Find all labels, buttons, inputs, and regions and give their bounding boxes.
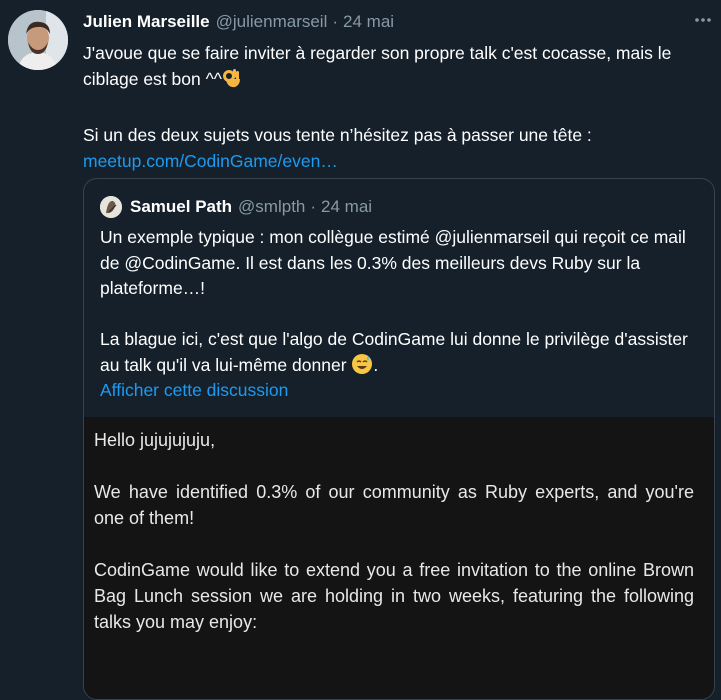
mail-paragraph-2: CodinGame would like to extend you a fre… <box>94 560 694 632</box>
quote-date: 24 mai <box>321 197 373 216</box>
tweet-header: Julien Marseille @julienmarseil · 24 mai <box>83 11 701 33</box>
quote-header-separator: · <box>310 197 317 216</box>
quoted-tweet[interactable]: Samuel Path @smlpth · 24 mai Un exemple … <box>83 178 715 700</box>
quote-author-avatar <box>100 196 122 218</box>
author-avatar[interactable] <box>8 10 68 70</box>
tweet-line-2: Si un des deux sujets vous tente n’hésit… <box>83 125 592 145</box>
header-separator: · <box>332 12 339 31</box>
tweet-link[interactable]: meetup.com/CodinGame/even… <box>83 151 338 171</box>
more-options-button[interactable] <box>691 10 715 30</box>
author-name[interactable]: Julien Marseille <box>83 12 210 32</box>
quote-header: Samuel Path @smlpth · 24 mai <box>100 196 372 218</box>
show-thread-link[interactable]: Afficher cette discussion <box>100 380 288 401</box>
more-dots-icon <box>695 18 711 22</box>
quote-paragraph-2-text: La blague ici, c'est que l'algo de Codin… <box>100 329 688 375</box>
tweet-paragraph-1: J'avoue que se faire inviter à regarder … <box>83 40 713 96</box>
author-handle[interactable]: @julienmarseil <box>216 12 328 32</box>
tweet-body: J'avoue que se faire inviter à regarder … <box>83 40 713 174</box>
tweet-date[interactable]: 24 mai <box>343 12 394 32</box>
mail-screenshot-text: Hello jujujujuju, We have identified 0.3… <box>94 427 694 635</box>
mail-paragraph-1: We have identified 0.3% of our community… <box>94 482 694 528</box>
quote-author-handle: @smlpth <box>238 197 306 216</box>
quote-paragraph-1: Un exemple typique : mon collègue estimé… <box>100 227 686 298</box>
quote-body: Un exemple typique : mon collègue estimé… <box>100 225 700 382</box>
sweat-smile-emoji <box>351 353 373 383</box>
tweet-line-1: J'avoue que se faire inviter à regarder … <box>83 43 672 89</box>
ok-hand-emoji <box>222 67 242 96</box>
quote-media-image[interactable]: Hello jujujujuju, We have identified 0.3… <box>84 417 714 699</box>
quote-paragraph-2-end: . <box>373 354 379 375</box>
quote-paragraph-2: La blague ici, c'est que l'algo de Codin… <box>100 327 700 382</box>
quote-author-name: Samuel Path <box>130 197 233 216</box>
mail-greeting: Hello jujujujuju, <box>94 430 216 450</box>
